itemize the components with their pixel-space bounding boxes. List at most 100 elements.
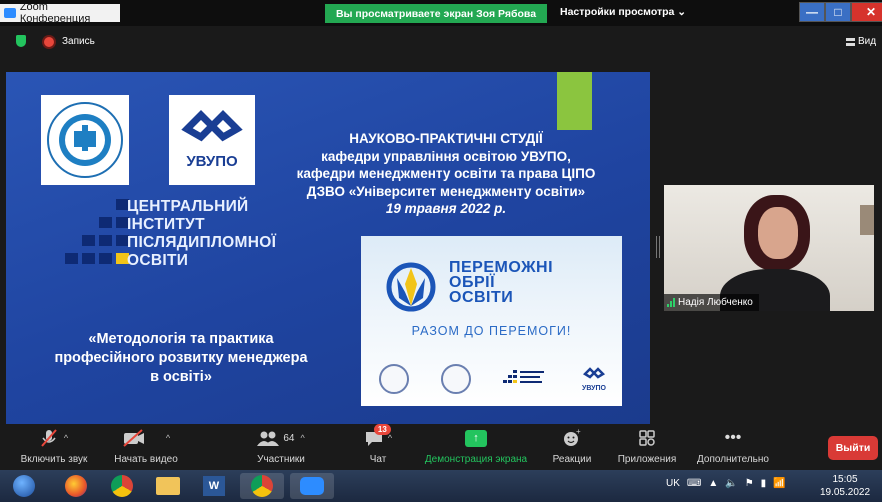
view-button[interactable]: Вид bbox=[846, 36, 876, 47]
slide-heading: НАУКОВО-ПРАКТИЧНІ СТУДІЇ кафедри управлі… bbox=[276, 130, 616, 218]
reactions-label: Реакции bbox=[552, 454, 592, 465]
topic-line: професійного розвитку менеджера bbox=[54, 350, 308, 366]
chevron-up-icon[interactable]: ^ bbox=[166, 433, 170, 443]
firefox-icon bbox=[65, 475, 87, 497]
more-label: Дополнительно bbox=[697, 454, 769, 465]
trident-emblem-icon bbox=[386, 262, 436, 312]
cipo-line: ЦЕНТРАЛЬНИЙ bbox=[127, 198, 249, 215]
recording-label[interactable]: Запись bbox=[62, 36, 95, 47]
volume-icon[interactable]: 🔈 bbox=[725, 478, 737, 489]
window-controls: — □ ✕ bbox=[799, 2, 882, 22]
battery-icon[interactable]: ▮ bbox=[761, 478, 767, 489]
apps-button[interactable]: Приложения bbox=[612, 426, 682, 470]
share-screen-icon: ↑ bbox=[465, 426, 487, 450]
zoom-logo-icon bbox=[4, 8, 16, 18]
shared-screen-slide: УВУПО ЦЕНТРАЛЬНИЙ ІНСТИТУТ ПІСЛЯДИПЛОМНО… bbox=[6, 72, 650, 424]
view-options-label: Настройки просмотра bbox=[560, 6, 675, 18]
taskbar-explorer[interactable] bbox=[148, 473, 188, 499]
heading-line: кафедри управління освітою УВУПО, bbox=[321, 148, 571, 164]
heading-line: ДЗВО «Університет менеджменту освіти» bbox=[306, 183, 586, 199]
system-tray: UK ⌨ ▲ 🔈 ⚑ ▮ 📶 bbox=[666, 478, 786, 489]
cipo-line: ОСВІТИ bbox=[127, 252, 189, 269]
folder-icon bbox=[156, 477, 180, 495]
chrome-icon bbox=[111, 475, 133, 497]
chat-button[interactable]: 13 ^ Чат bbox=[358, 424, 398, 470]
taskbar-zoom[interactable] bbox=[290, 473, 334, 499]
partner-seal-icon bbox=[379, 364, 409, 394]
background-object bbox=[860, 205, 874, 235]
close-window-button[interactable]: ✕ bbox=[851, 2, 882, 22]
participants-label: Участники bbox=[257, 454, 305, 465]
flag-icon[interactable]: ⚑ bbox=[745, 478, 754, 489]
grid-view-icon bbox=[846, 37, 855, 46]
app-title: Zoom Конференция bbox=[0, 1, 120, 25]
cipo-line: ПІСЛЯДИПЛОМНОЇ bbox=[127, 234, 277, 251]
share-screen-label: Демонстрация экрана bbox=[424, 454, 528, 465]
apps-icon bbox=[638, 426, 656, 450]
slide-topic: «Методологія та практика професійного ро… bbox=[26, 330, 336, 387]
logo-square bbox=[99, 235, 112, 246]
cipo-line: ІНСТИТУТ bbox=[127, 216, 205, 233]
maximize-button[interactable]: □ bbox=[825, 2, 851, 22]
taskbar-word[interactable]: W bbox=[194, 473, 234, 499]
reactions-button[interactable]: + Реакции bbox=[548, 426, 596, 470]
camera-off-icon: ^ bbox=[122, 426, 170, 450]
more-button[interactable]: ••• Дополнительно bbox=[692, 426, 774, 470]
start-video-button[interactable]: ^ Начать видео bbox=[108, 426, 184, 470]
unmute-button[interactable]: ^ Включить звук bbox=[14, 426, 94, 470]
uvupo-mini-text: УВУПО bbox=[582, 385, 606, 392]
participants-button[interactable]: 64 ^ Участники bbox=[250, 426, 312, 470]
logo-square bbox=[82, 235, 95, 246]
recording-icon bbox=[44, 37, 54, 47]
screen-share-banner: Вы просматриваете экран Зоя Рябова bbox=[325, 4, 547, 23]
poster-title-line: ОСВІТИ bbox=[449, 289, 514, 306]
microphone-muted-icon: ^ bbox=[40, 426, 68, 450]
green-accent-block bbox=[557, 72, 592, 130]
chat-icon: 13 ^ bbox=[364, 424, 392, 450]
heading-line: кафедри менеджменту освіти та права ЦІПО bbox=[296, 166, 596, 181]
uvupo-logo-text: УВУПО bbox=[186, 153, 238, 170]
uvupo-emblem-icon bbox=[181, 110, 243, 142]
chevron-up-icon[interactable]: ^ bbox=[64, 433, 68, 443]
language-indicator[interactable]: UK bbox=[666, 478, 680, 489]
chevron-up-icon[interactable]: ^ bbox=[388, 433, 392, 443]
uvupo-mini-logo: УВУПО bbox=[579, 366, 609, 392]
taskbar-chrome-active[interactable] bbox=[240, 473, 284, 499]
start-button[interactable] bbox=[4, 473, 44, 499]
word-icon: W bbox=[203, 476, 225, 496]
uvupo-logo: УВУПО bbox=[169, 95, 255, 185]
keyboard-icon[interactable]: ⌨ bbox=[687, 478, 701, 489]
minimize-button[interactable]: — bbox=[799, 2, 825, 22]
chevron-up-icon[interactable]: ^ bbox=[300, 433, 304, 443]
taskbar-chrome[interactable] bbox=[102, 473, 142, 499]
apps-label: Приложения bbox=[617, 454, 677, 465]
tray-expand-icon[interactable]: ▲ bbox=[708, 478, 718, 489]
taskbar-firefox[interactable] bbox=[56, 473, 96, 499]
chat-unread-badge: 13 bbox=[373, 424, 391, 435]
title-bar: Zoom Конференция Вы просматриваете экран… bbox=[0, 0, 882, 26]
view-options-button[interactable]: Настройки просмотра ⌄ bbox=[560, 6, 686, 18]
partner-seal-icon bbox=[441, 364, 471, 394]
chat-label: Чат bbox=[369, 454, 387, 465]
leave-meeting-button[interactable]: Выйти bbox=[828, 436, 878, 460]
network-signal-icon[interactable]: 📶 bbox=[773, 478, 785, 489]
svg-text:+: + bbox=[576, 428, 581, 436]
participant-video[interactable]: Надія Любченко bbox=[664, 185, 874, 311]
logo-square bbox=[65, 253, 78, 264]
app-title-text: Zoom Конференция bbox=[19, 1, 91, 25]
poster-partner-logos: УВУПО bbox=[379, 362, 609, 396]
cipo-logo-text: ЦЕНТРАЛЬНИЙ ІНСТИТУТ ПІСЛЯДИПЛОМНОЇ ОСВІ… bbox=[127, 198, 276, 270]
shield-icon[interactable] bbox=[16, 35, 26, 47]
windows-logo-icon bbox=[13, 475, 35, 497]
panel-splitter-handle[interactable] bbox=[656, 236, 660, 258]
poster-slogan: РАЗОМ ДО ПЕРЕМОГИ! bbox=[411, 324, 572, 338]
logo-square bbox=[99, 217, 112, 228]
participant-face bbox=[758, 207, 798, 259]
zoom-window: Zoom Конференция Вы просматриваете экран… bbox=[0, 0, 882, 502]
start-video-label: Начать видео bbox=[114, 454, 178, 465]
system-clock[interactable]: 15:05 19.05.2022 bbox=[812, 473, 878, 499]
logo-square bbox=[82, 253, 95, 264]
topic-line: в освіті» bbox=[150, 369, 212, 385]
share-screen-button[interactable]: ↑ Демонстрация экрана bbox=[420, 426, 532, 470]
more-dots-icon: ••• bbox=[724, 429, 742, 446]
